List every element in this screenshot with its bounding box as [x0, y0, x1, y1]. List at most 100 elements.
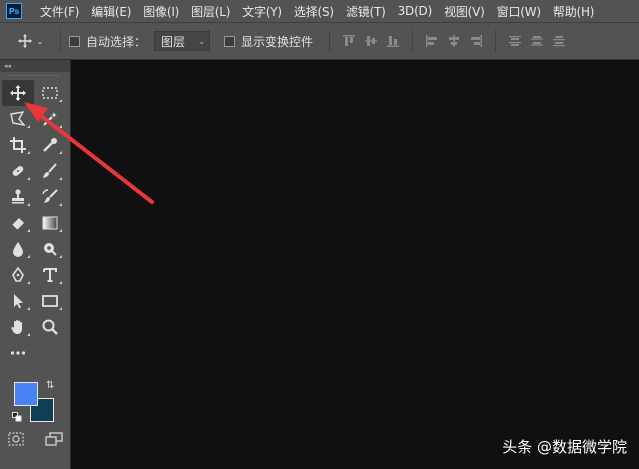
bottom-tools [4, 432, 68, 446]
move-tool[interactable] [2, 80, 34, 106]
document-canvas[interactable]: 头条 @数据微学院 [70, 60, 639, 469]
tool-flyout-indicator [59, 125, 62, 128]
healing-brush-tool[interactable] [2, 158, 34, 184]
tools-panel-grip[interactable] [0, 72, 70, 80]
rectangular-marquee-tool[interactable] [34, 80, 66, 106]
menu-view[interactable]: 视图(V) [444, 3, 485, 20]
dodge-icon [44, 243, 57, 256]
distribute-vcenter-button[interactable] [526, 33, 548, 49]
align-top-icon [343, 35, 356, 46]
screen-mode-icon[interactable] [44, 432, 64, 446]
quick-selection-tool[interactable] [34, 106, 66, 132]
align-horizontal-centers-button[interactable] [443, 33, 465, 49]
marquee-icon [42, 87, 58, 99]
chevron-down-icon: ⌄ [198, 36, 206, 46]
history-brush-icon [42, 189, 58, 203]
dodge-tool[interactable] [34, 236, 66, 262]
magic-wand-icon [43, 112, 57, 126]
menu-edit[interactable]: 编辑(E) [91, 3, 131, 20]
show-transform-checkbox[interactable] [224, 35, 236, 47]
rectangle-tool[interactable] [34, 288, 66, 314]
photoshop-logo-icon[interactable]: Ps [6, 3, 22, 19]
menu-file[interactable]: 文件(F) [40, 3, 79, 20]
history-brush-tool[interactable] [34, 184, 66, 210]
collapse-arrows-icon: ◂◂ [4, 62, 12, 70]
edit-toolbar-button[interactable] [2, 340, 34, 366]
zoom-tool[interactable] [34, 314, 66, 340]
tool-flyout-indicator [27, 281, 30, 284]
menu-select[interactable]: 选择(S) [294, 3, 334, 20]
tool-preset-picker[interactable]: ⌄ [8, 33, 52, 49]
align-right-edges-button[interactable] [465, 33, 487, 49]
brush-tool[interactable] [34, 158, 66, 184]
distribute-vcenter-icon [531, 36, 544, 46]
distribute-bottom-button[interactable] [548, 33, 570, 49]
align-vcenter-icon [365, 36, 378, 46]
align-left-icon [426, 35, 438, 47]
lasso-tool[interactable] [2, 106, 34, 132]
type-tool[interactable] [34, 262, 66, 288]
show-transform-label: 显示变换控件 [241, 34, 314, 49]
tool-flyout-indicator [59, 307, 62, 310]
align-left-edges-button[interactable] [421, 33, 443, 49]
tool-flyout-indicator [27, 255, 30, 258]
tool-flyout-indicator [59, 99, 62, 102]
tools-panel-collapse[interactable]: ◂◂ [0, 60, 70, 72]
watermark-text: 头条 @数据微学院 [502, 438, 627, 456]
menu-type[interactable]: 文字(Y) [242, 3, 282, 20]
align-top-edges-button[interactable] [338, 33, 360, 49]
text-icon [43, 268, 57, 282]
menu-3d[interactable]: 3D(D) [398, 4, 433, 18]
distribute-group [504, 33, 570, 49]
pen-tool[interactable] [2, 262, 34, 288]
auto-select-target-dropdown[interactable]: 图层 ⌄ [154, 31, 211, 51]
auto-select-label: 自动选择： [86, 34, 147, 49]
path-selection-tool[interactable] [2, 288, 34, 314]
bandage-icon [12, 166, 24, 176]
menu-window[interactable]: 窗口(W) [497, 3, 541, 20]
tool-flyout-indicator [59, 281, 62, 284]
align-group-vertical [338, 33, 404, 49]
menu-image[interactable]: 图像(I) [143, 3, 179, 20]
quick-mask-icon[interactable] [8, 432, 24, 446]
align-bottom-edges-button[interactable] [382, 33, 404, 49]
rectangle-icon [42, 295, 58, 307]
move-tool-icon [10, 85, 26, 101]
swap-colors-icon[interactable]: ⇅ [46, 380, 54, 391]
gradient-tool[interactable] [34, 210, 66, 236]
menu-help[interactable]: 帮助(H) [553, 3, 595, 20]
polygonal-lasso-icon [10, 111, 26, 127]
tool-flyout-indicator [27, 333, 30, 336]
color-swatches: ⇅ [10, 380, 60, 432]
menu-layer[interactable]: 图层(L) [191, 3, 230, 20]
gradient-icon [42, 216, 58, 230]
crop-tool[interactable] [2, 132, 34, 158]
divider [412, 30, 414, 52]
divider [329, 30, 331, 52]
eyedropper-icon [43, 138, 57, 152]
eraser-icon [11, 218, 24, 231]
eraser-tool[interactable] [2, 210, 34, 236]
eyedropper-tool[interactable] [34, 132, 66, 158]
blur-tool[interactable] [2, 236, 34, 262]
tool-flyout-indicator [59, 229, 62, 232]
menu-filter[interactable]: 滤镜(T) [346, 3, 386, 20]
water-drop-icon [13, 242, 23, 257]
hand-tool[interactable] [2, 314, 34, 340]
distribute-top-button[interactable] [504, 33, 526, 49]
foreground-color-swatch[interactable] [14, 382, 38, 406]
default-colors-icon[interactable] [12, 412, 22, 422]
distribute-top-icon [509, 36, 522, 46]
auto-select-target-value: 图层 [161, 34, 186, 49]
auto-select-checkbox[interactable] [69, 35, 80, 47]
crop-icon [10, 137, 26, 153]
tool-flyout-indicator [59, 203, 62, 206]
divider [60, 30, 61, 52]
clone-stamp-tool[interactable] [2, 184, 34, 210]
hand-icon [11, 320, 22, 334]
tool-flyout-indicator [27, 307, 30, 310]
align-hcenter-icon [449, 35, 460, 47]
more-dots-icon [10, 351, 26, 355]
align-vertical-centers-button[interactable] [360, 33, 382, 49]
tool-flyout-indicator [27, 177, 30, 180]
